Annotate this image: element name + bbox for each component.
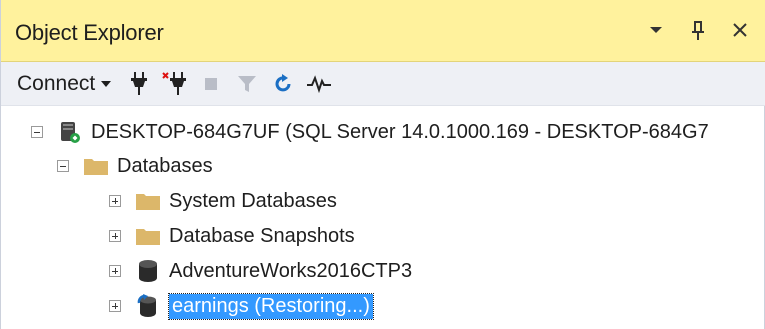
chevron-down-icon — [101, 80, 112, 87]
databases-label: Databases — [117, 154, 213, 177]
panel-title: Object Explorer — [15, 20, 164, 45]
toolbar: Connect — [1, 62, 765, 106]
stop-icon[interactable] — [197, 70, 225, 98]
server-icon — [57, 120, 83, 144]
adventureworks-label: AdventureWorks2016CTP3 — [169, 259, 413, 282]
expand-toggle[interactable] — [109, 195, 121, 207]
filter-icon[interactable] — [233, 70, 261, 98]
pin-icon[interactable] — [686, 18, 710, 42]
folder-icon — [135, 224, 161, 248]
earnings-label: earnings (Restoring...) — [168, 292, 374, 320]
expand-toggle[interactable] — [109, 265, 121, 277]
folder-icon — [83, 154, 109, 178]
activity-monitor-icon[interactable] — [305, 70, 333, 98]
database-snapshots-label: Database Snapshots — [169, 224, 355, 247]
collapse-toggle[interactable] — [31, 126, 43, 138]
connect-plug-icon[interactable] — [125, 70, 153, 98]
tree-node-database-snapshots[interactable]: Database Snapshots — [109, 219, 355, 253]
expand-toggle[interactable] — [109, 300, 121, 312]
system-databases-label: System Databases — [169, 189, 337, 212]
database-restoring-icon — [135, 294, 161, 318]
tree-node-databases[interactable]: Databases — [57, 149, 213, 183]
title-controls — [644, 18, 752, 42]
object-tree: DESKTOP-684G7UF (SQL Server 14.0.1000.16… — [1, 106, 765, 329]
collapse-toggle[interactable] — [57, 160, 69, 172]
window-position-dropdown-icon[interactable] — [644, 18, 668, 42]
database-icon — [135, 259, 161, 283]
connect-label: Connect — [17, 71, 96, 95]
expand-toggle[interactable] — [109, 230, 121, 242]
folder-icon — [135, 189, 161, 213]
tree-node-server[interactable]: DESKTOP-684G7UF (SQL Server 14.0.1000.16… — [31, 115, 709, 149]
refresh-icon[interactable] — [269, 70, 297, 98]
server-label: DESKTOP-684G7UF (SQL Server 14.0.1000.16… — [91, 120, 709, 143]
tree-node-adventureworks[interactable]: AdventureWorks2016CTP3 — [109, 254, 412, 288]
object-explorer-panel: Object Explorer Connect DESKTOP-684G7UF … — [0, 0, 765, 329]
disconnect-plug-icon[interactable] — [161, 70, 189, 98]
tree-node-earnings[interactable]: earnings (Restoring...) — [109, 289, 374, 323]
tree-node-system-databases[interactable]: System Databases — [109, 184, 337, 218]
title-bar: Object Explorer — [1, 0, 765, 62]
close-icon[interactable] — [728, 18, 752, 42]
connect-button[interactable]: Connect — [17, 71, 112, 96]
